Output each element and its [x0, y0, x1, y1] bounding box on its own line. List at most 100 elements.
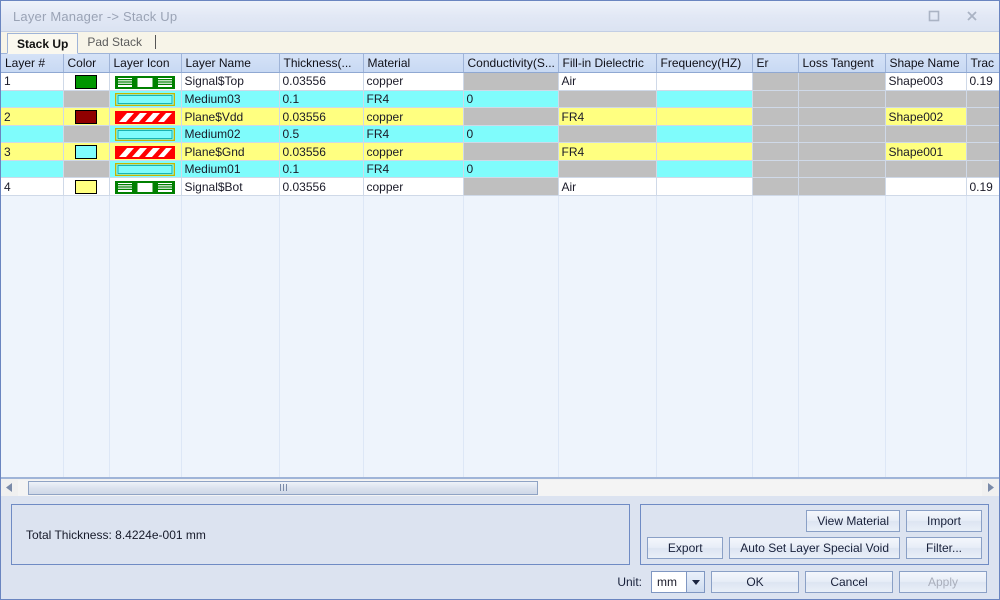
cell-trace[interactable]	[965, 124, 999, 144]
cell-shape-name[interactable]	[884, 89, 967, 109]
cell-color[interactable]	[62, 89, 110, 109]
cell-er[interactable]	[751, 160, 799, 179]
cell-thickness[interactable]: 0.03556	[279, 72, 364, 91]
cell-frequency[interactable]	[656, 90, 753, 109]
tab-stack-up[interactable]: Stack Up	[7, 33, 79, 54]
cell-frequency[interactable]	[656, 72, 753, 91]
col-er[interactable]: Er	[752, 54, 799, 73]
cell-layer-icon[interactable]	[109, 177, 182, 197]
cell-layer-name[interactable]: Medium01	[181, 160, 280, 179]
cell-shape-name[interactable]: Shape001	[885, 142, 967, 162]
table-row[interactable]: Medium01 0.1 FR4 0	[1, 160, 999, 179]
cell-trace[interactable]	[965, 142, 999, 162]
col-conductivity[interactable]: Conductivity(S...	[463, 54, 559, 73]
cell-layer-name[interactable]: Plane$Vdd	[181, 107, 280, 126]
cell-loss-tangent[interactable]	[797, 89, 886, 109]
cell-er[interactable]	[751, 107, 799, 126]
cell-conductivity[interactable]: 0	[463, 160, 559, 179]
color-swatch[interactable]	[75, 109, 97, 124]
cell-layer-icon[interactable]	[109, 72, 182, 91]
col-color[interactable]: Color	[63, 54, 110, 73]
cell-material[interactable]: FR4	[363, 90, 464, 109]
col-trace[interactable]: Trac	[966, 54, 999, 73]
cell-fill-in-dielectric[interactable]: Air	[558, 72, 657, 91]
cell-layer-num[interactable]	[1, 160, 64, 179]
maximize-icon[interactable]	[915, 4, 953, 28]
cell-loss-tangent[interactable]	[797, 160, 886, 179]
cell-fill-in-dielectric[interactable]	[557, 124, 657, 144]
export-button[interactable]: Export	[647, 537, 724, 559]
cell-color[interactable]	[62, 124, 110, 144]
table-row[interactable]: 4 Signal$Bot 0.03556 copper Air 0.19	[1, 177, 999, 197]
import-button[interactable]: Import	[906, 510, 982, 532]
col-shape-name[interactable]: Shape Name	[885, 54, 967, 73]
col-layer-name[interactable]: Layer Name	[181, 54, 280, 73]
cell-loss-tangent[interactable]	[797, 72, 886, 91]
cell-layer-name[interactable]: Medium02	[181, 125, 280, 144]
col-loss-tangent[interactable]: Loss Tangent	[798, 54, 886, 73]
cell-layer-num[interactable]	[1, 125, 64, 144]
cell-thickness[interactable]: 0.03556	[279, 142, 364, 162]
cell-trace[interactable]: 0.19	[966, 177, 999, 197]
cell-thickness[interactable]: 0.03556	[279, 107, 364, 126]
cell-layer-num[interactable]: 1	[1, 72, 64, 91]
chevron-down-icon[interactable]	[686, 572, 704, 592]
cell-conductivity[interactable]	[462, 72, 559, 91]
cell-color[interactable]	[63, 177, 110, 197]
cell-material[interactable]: copper	[363, 72, 464, 91]
cell-er[interactable]	[751, 177, 799, 197]
cell-material[interactable]: FR4	[363, 160, 464, 179]
cell-material[interactable]: copper	[363, 107, 464, 126]
cell-layer-icon[interactable]	[109, 90, 182, 109]
cell-trace[interactable]	[965, 160, 999, 179]
filter-button[interactable]: Filter...	[906, 537, 982, 559]
cell-frequency[interactable]	[656, 160, 753, 179]
scroll-right-arrow-icon[interactable]	[982, 480, 999, 496]
cell-layer-name[interactable]: Plane$Gnd	[181, 142, 280, 162]
cell-layer-num[interactable]	[1, 90, 64, 109]
table-row[interactable]: 3 Plane$Gnd 0.03556 copper FR4 Shape001	[1, 142, 999, 162]
view-material-button[interactable]: View Material	[806, 510, 900, 532]
color-swatch[interactable]	[75, 180, 97, 195]
cell-thickness[interactable]: 0.03556	[279, 177, 364, 197]
cell-material[interactable]: FR4	[363, 125, 464, 144]
cell-color[interactable]	[62, 160, 110, 179]
tab-pad-stack[interactable]: Pad Stack	[78, 32, 151, 53]
cell-fill-in-dielectric[interactable]: FR4	[558, 107, 657, 126]
cell-fill-in-dielectric[interactable]	[557, 89, 657, 109]
cell-layer-icon[interactable]	[109, 125, 182, 144]
cell-color[interactable]	[63, 142, 110, 162]
cell-color[interactable]	[63, 107, 110, 126]
cell-er[interactable]	[751, 124, 799, 144]
cell-layer-name[interactable]: Signal$Top	[181, 72, 280, 91]
cell-conductivity[interactable]	[462, 107, 559, 126]
cell-layer-icon[interactable]	[109, 142, 182, 162]
cancel-button[interactable]: Cancel	[805, 571, 893, 593]
cell-er[interactable]	[751, 72, 799, 91]
table-row[interactable]: Medium03 0.1 FR4 0	[1, 89, 999, 109]
cell-shape-name[interactable]	[884, 160, 967, 179]
cell-fill-in-dielectric[interactable]: FR4	[558, 142, 657, 162]
col-thickness[interactable]: Thickness(...	[279, 54, 364, 73]
scrollbar-thumb[interactable]	[28, 480, 538, 495]
color-swatch[interactable]	[75, 145, 97, 160]
cell-material[interactable]: copper	[363, 177, 464, 197]
col-frequency[interactable]: Frequency(HZ)	[656, 54, 753, 73]
cell-layer-icon[interactable]	[109, 160, 182, 179]
table-row[interactable]: Medium02 0.5 FR4 0	[1, 124, 999, 144]
color-swatch[interactable]	[75, 74, 97, 89]
cell-conductivity[interactable]: 0	[463, 125, 559, 144]
cell-thickness[interactable]: 0.5	[279, 125, 364, 144]
cell-conductivity[interactable]	[462, 177, 559, 197]
col-layer-icon[interactable]: Layer Icon	[109, 54, 182, 73]
cell-layer-num[interactable]: 3	[1, 142, 64, 162]
cell-material[interactable]: copper	[363, 142, 464, 162]
empty-grid-area[interactable]	[1, 196, 999, 477]
cell-frequency[interactable]	[656, 125, 753, 144]
col-layer-num[interactable]: Layer #	[1, 54, 64, 73]
cell-trace[interactable]	[965, 107, 999, 126]
cell-loss-tangent[interactable]	[797, 107, 886, 126]
cell-er[interactable]	[751, 89, 799, 109]
horizontal-scrollbar[interactable]	[1, 478, 999, 496]
cell-shape-name[interactable]	[885, 177, 967, 197]
